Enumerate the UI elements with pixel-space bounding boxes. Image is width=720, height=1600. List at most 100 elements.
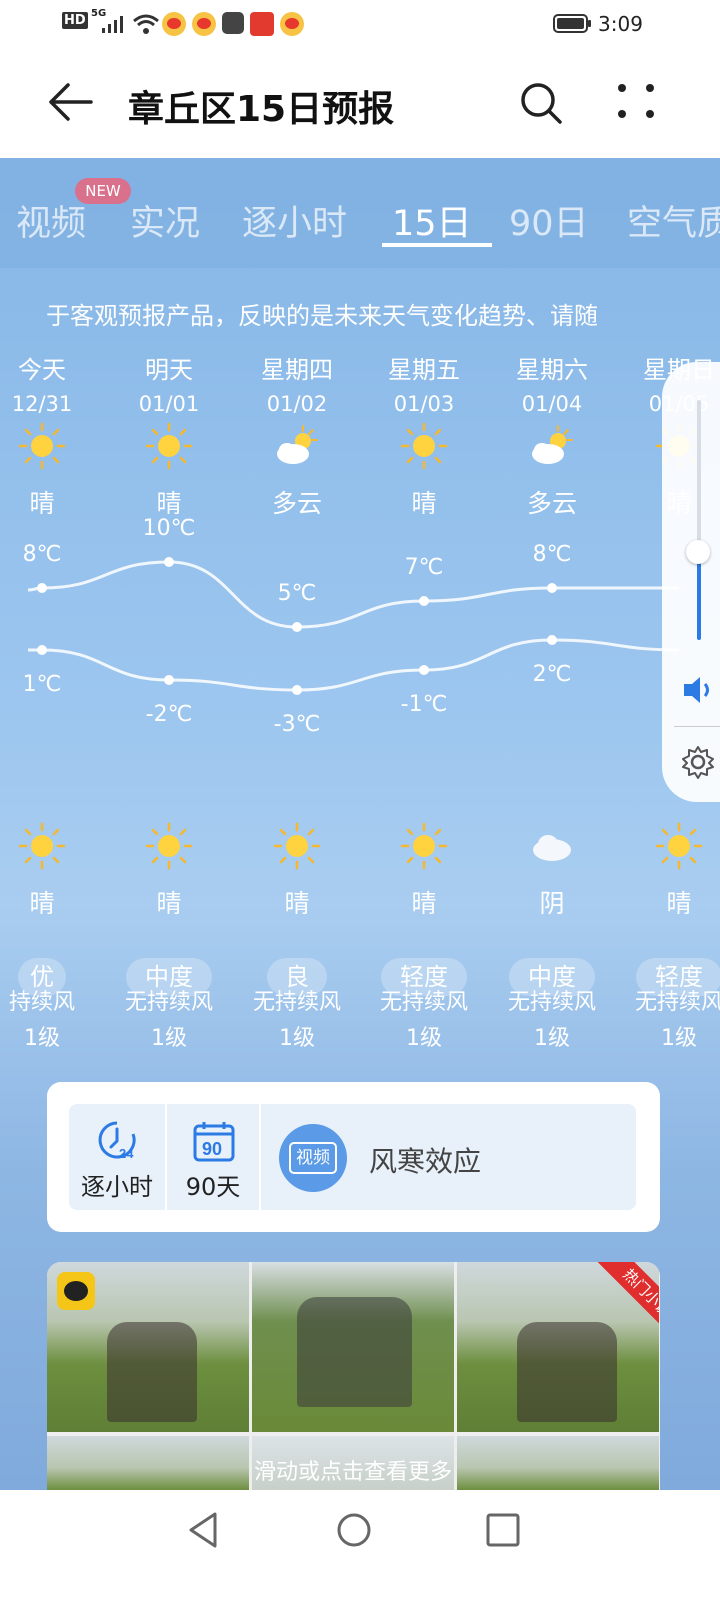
clock-24-icon: 24 <box>98 1121 136 1161</box>
more-dots-icon[interactable] <box>614 82 660 122</box>
weibo-notification-icon <box>192 12 216 36</box>
sun-icon <box>18 822 66 870</box>
wind-level: 1级 <box>534 1026 570 1051</box>
photo-people <box>107 1322 197 1422</box>
day-name: 明天 <box>145 356 193 384</box>
signal-icon <box>102 16 123 33</box>
high-temp-point <box>37 583 47 593</box>
weibo-notification-icon <box>280 12 304 36</box>
photo-thumbnail[interactable] <box>252 1262 454 1432</box>
wind-direction: 无持续风 <box>379 990 468 1015</box>
video-icon-label: 视频 <box>289 1142 337 1174</box>
photo-people <box>297 1297 412 1407</box>
panel-divider <box>674 726 720 727</box>
settings-gear-icon[interactable] <box>680 744 716 780</box>
network-hd-label: HD <box>62 12 88 29</box>
sun-icon <box>400 422 448 470</box>
status-bar: HD 5G 3:09 <box>0 0 720 48</box>
day-condition: 多云 <box>526 489 577 518</box>
new-badge: NEW <box>75 178 131 204</box>
cloud-icon <box>533 835 571 861</box>
day-name: 星期六 <box>516 356 588 384</box>
nav-back-icon[interactable] <box>185 1510 221 1550</box>
wind-level: 1级 <box>406 1026 442 1051</box>
day-condition: 晴 <box>29 489 55 518</box>
low-temp-point <box>292 685 302 695</box>
low-temp-point <box>547 635 557 645</box>
tab-air-quality[interactable]: 空气质 <box>627 195 720 246</box>
system-navigation-bar <box>0 1490 720 1600</box>
nav-home-icon[interactable] <box>334 1510 374 1550</box>
night-condition: 阴 <box>539 889 565 918</box>
wind-direction: 无持续风 <box>507 990 596 1015</box>
day-condition: 多云 <box>271 489 322 518</box>
day-date: 01/03 <box>393 392 455 416</box>
photo-thumbnail[interactable]: 热门小说 <box>457 1262 659 1432</box>
weibo-notification-icon <box>162 12 186 36</box>
tab-90day[interactable]: 90日 <box>509 195 589 246</box>
sun-icon <box>655 822 703 870</box>
sun-icon <box>273 822 321 870</box>
day-condition: 晴 <box>156 489 182 518</box>
night-condition: 晴 <box>411 889 437 918</box>
photo-people <box>517 1322 617 1422</box>
wind-direction: 无持续风 <box>124 990 213 1015</box>
forecast-notice: 于客观预报产品，反映的是未来天气变化趋势、请随 <box>46 302 598 330</box>
photo-grid-ad[interactable]: 热门小说 滑动或点击查看更多 <box>47 1262 660 1522</box>
tab-hourly[interactable]: 逐小时 <box>242 195 347 246</box>
wind-direction: 无持续风 <box>252 990 341 1015</box>
app-notification-icon <box>250 12 274 36</box>
sun-icon <box>18 422 66 470</box>
night-condition: 晴 <box>29 889 55 918</box>
day-date: 01/01 <box>138 392 200 416</box>
app-logo-icon <box>57 1272 95 1310</box>
back-arrow-icon[interactable] <box>48 82 94 122</box>
high-temp-curve <box>27 560 679 629</box>
hourly-shortcut-label: 逐小时 <box>81 1173 153 1201</box>
sun-icon <box>400 822 448 870</box>
bag-notification-icon <box>222 12 244 34</box>
volume-icon[interactable] <box>682 674 718 706</box>
wind-level: 1级 <box>279 1026 315 1051</box>
volume-slider-knob[interactable] <box>686 540 710 564</box>
wind-level: 1级 <box>151 1026 187 1051</box>
day-date: 12/31 <box>11 392 73 416</box>
day-name: 星期四 <box>261 356 333 384</box>
video-title: 风寒效应 <box>369 1145 482 1178</box>
day-condition: 晴 <box>411 489 437 518</box>
tab-video[interactable]: 视频 <box>16 195 86 246</box>
tab-active-indicator <box>382 243 492 247</box>
wind-level: 1级 <box>24 1026 60 1051</box>
search-icon[interactable] <box>518 80 564 126</box>
tab-live[interactable]: 实况 <box>130 195 200 246</box>
high-temp-point <box>292 622 302 632</box>
night-condition: 晴 <box>284 889 310 918</box>
clock-24-number: 24 <box>119 1146 134 1161</box>
clock-time: 3:09 <box>598 12 643 36</box>
day-date: 01/04 <box>521 392 583 416</box>
tab-15day[interactable]: 15日 <box>392 195 472 246</box>
nav-recent-icon[interactable] <box>485 1512 521 1548</box>
hourly-shortcut-button[interactable]: 24 逐小时 <box>69 1104 165 1210</box>
night-condition: 晴 <box>156 889 182 918</box>
day-name: 今天 <box>18 356 66 384</box>
night-condition: 晴 <box>666 889 692 918</box>
photo-thumbnail[interactable] <box>47 1262 249 1432</box>
video-icon: 视频 <box>279 1124 347 1192</box>
ninety-day-shortcut-button[interactable]: 90 90天 <box>167 1104 259 1210</box>
page-title: 章丘区15日预报 <box>128 89 395 130</box>
high-temp-point <box>164 557 174 567</box>
ninety-day-shortcut-label: 90天 <box>185 1173 241 1201</box>
volume-side-panel[interactable] <box>662 362 720 802</box>
video-feature-button[interactable]: 视频 风寒效应 <box>261 1104 636 1210</box>
battery-icon <box>553 14 591 33</box>
wifi-icon <box>133 14 159 34</box>
calendar-90-icon: 90 <box>193 1122 235 1162</box>
wind-level: 1级 <box>661 1026 697 1051</box>
low-temp-curve <box>28 638 680 692</box>
day-name: 星期五 <box>388 356 460 384</box>
low-temp-point <box>37 645 47 655</box>
swipe-hint-text: 滑动或点击查看更多 <box>253 1460 452 1485</box>
calendar-90-number: 90 <box>202 1139 222 1159</box>
shortcut-card: 24 逐小时 90 90天 视频 风寒效应 <box>47 1082 660 1232</box>
